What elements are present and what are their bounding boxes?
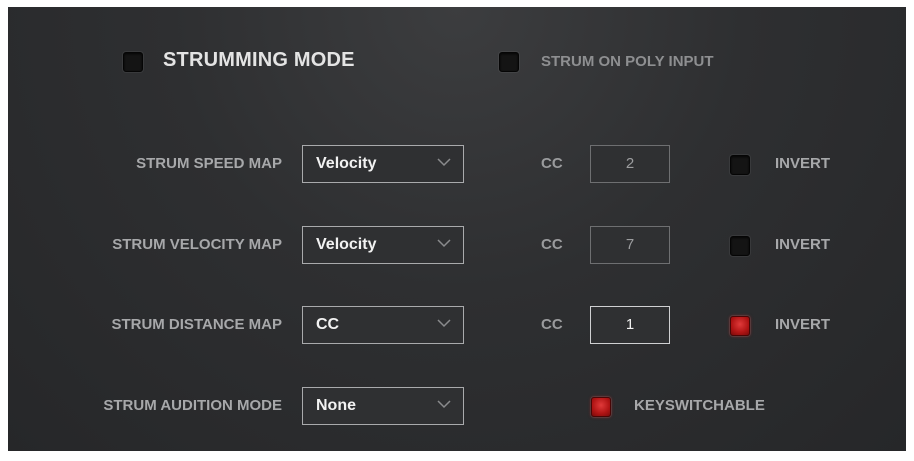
select-value: Velocity bbox=[316, 236, 377, 253]
keyswitchable-label: KEYSWITCHABLE bbox=[634, 397, 765, 414]
select-value: None bbox=[316, 397, 356, 414]
strum-velocity-cc-input[interactable]: 7 bbox=[590, 226, 670, 264]
cc-label: CC bbox=[541, 236, 563, 253]
strumming-mode-checkbox[interactable] bbox=[123, 52, 143, 72]
keyswitchable-checkbox[interactable] bbox=[591, 397, 611, 417]
cc-label: CC bbox=[541, 316, 563, 333]
strum-velocity-invert-checkbox[interactable] bbox=[730, 236, 750, 256]
cc-label: CC bbox=[541, 155, 563, 172]
chevron-down-icon bbox=[437, 158, 451, 167]
select-value: Velocity bbox=[316, 155, 377, 172]
strum-speed-cc-input[interactable]: 2 bbox=[590, 145, 670, 183]
chevron-down-icon bbox=[437, 319, 451, 328]
invert-label: INVERT bbox=[775, 316, 831, 333]
strum-velocity-map-select[interactable]: Velocity bbox=[302, 226, 464, 264]
select-value: CC bbox=[316, 316, 340, 333]
strum-speed-invert-checkbox[interactable] bbox=[730, 155, 750, 175]
strumming-mode-label: STRUMMING MODE bbox=[163, 49, 355, 71]
strum-distance-invert-checkbox[interactable] bbox=[730, 316, 750, 336]
strum-speed-map-label: STRUM SPEED MAP bbox=[136, 155, 282, 172]
strum-on-poly-input-label: STRUM ON POLY INPUT bbox=[541, 53, 714, 70]
invert-label: INVERT bbox=[775, 155, 831, 172]
strum-distance-cc-input[interactable]: 1 bbox=[590, 306, 670, 344]
strum-distance-map-select[interactable]: CC bbox=[302, 306, 464, 344]
strum-speed-map-select[interactable]: Velocity bbox=[302, 145, 464, 183]
strum-on-poly-input-checkbox[interactable] bbox=[499, 52, 519, 72]
chevron-down-icon bbox=[437, 400, 451, 409]
strum-velocity-map-label: STRUM VELOCITY MAP bbox=[112, 236, 282, 253]
strum-audition-mode-label: STRUM AUDITION MODE bbox=[103, 397, 282, 414]
strum-audition-mode-select[interactable]: None bbox=[302, 387, 464, 425]
strum-distance-map-label: STRUM DISTANCE MAP bbox=[111, 316, 282, 333]
chevron-down-icon bbox=[437, 239, 451, 248]
invert-label: INVERT bbox=[775, 236, 831, 253]
